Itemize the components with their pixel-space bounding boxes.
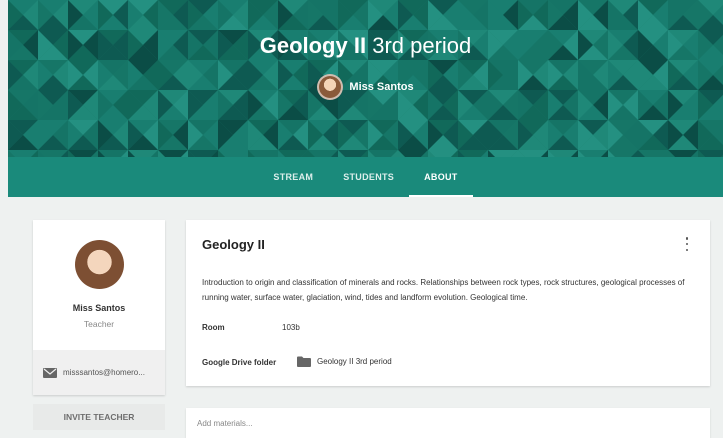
teacher-role: Teacher (83, 319, 115, 329)
teacher-profile-card: Miss Santos Teacher misssantos@homero... (33, 220, 165, 395)
invite-teacher-button[interactable]: INVITE TEACHER (33, 404, 165, 430)
folder-icon (297, 356, 311, 367)
teacher-email: misssantos@homero... (63, 368, 145, 377)
add-materials-input[interactable] (186, 408, 710, 438)
about-title: Geology II (202, 237, 265, 252)
mail-icon (43, 367, 57, 378)
tab-about[interactable]: ABOUT (409, 157, 473, 197)
drive-folder-link[interactable]: Geology II 3rd period (297, 356, 392, 367)
teacher-avatar-small (317, 74, 344, 100)
course-title-bold: Geology II (259, 33, 367, 58)
course-banner: Geology II 3rd period Miss Santos (8, 0, 723, 157)
banner-teacher[interactable]: Miss Santos (8, 74, 723, 100)
course-title-period: 3rd period (372, 33, 472, 58)
tab-bar: STREAM STUDENTS ABOUT (8, 157, 723, 197)
tab-students[interactable]: STUDENTS (328, 157, 409, 197)
room-value: 103b (282, 323, 300, 332)
course-description: Introduction to origin and classificatio… (202, 278, 685, 302)
teacher-name: Miss Santos (72, 303, 126, 313)
teacher-avatar (75, 240, 124, 289)
banner-teacher-name: Miss Santos (349, 81, 414, 93)
teacher-email-row[interactable]: misssantos@homero... (33, 350, 165, 395)
room-label: Room (202, 323, 225, 332)
about-card: Geology II Introduction to origin and cl… (186, 220, 710, 386)
more-vert-icon[interactable] (682, 237, 692, 251)
drive-folder-name: Geology II 3rd period (317, 357, 392, 366)
course-title: Geology II 3rd period (8, 33, 723, 59)
drive-folder-label: Google Drive folder (202, 358, 277, 367)
tab-stream[interactable]: STREAM (258, 157, 328, 197)
